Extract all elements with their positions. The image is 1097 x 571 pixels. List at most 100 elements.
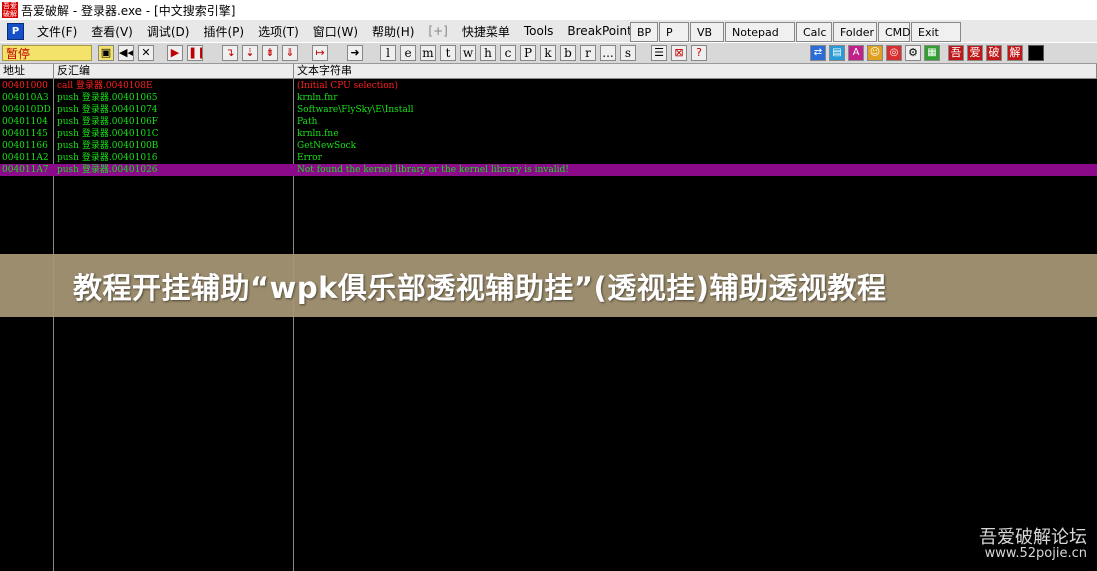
toolbar: 暂停 ▣ ◀◀ ✕ ▶ ❚❚ ↴ ⇣ ⇟ ⇓ ↦ ➜ l e m t w h c…	[0, 42, 1097, 64]
references-button[interactable]: r	[580, 45, 596, 61]
row-instruction: push 登录器.0040106F	[57, 117, 159, 127]
menu-file[interactable]: 文件(F)	[30, 23, 84, 40]
run-icon[interactable]: ▶	[167, 45, 183, 61]
row-address: 00401104	[2, 117, 48, 127]
pause-status: 暂停	[2, 45, 92, 61]
row-address: 004010A3	[2, 93, 49, 103]
table-row[interactable]: 004010A3 push 登录器.00401065 krnln.fnr	[0, 92, 1097, 104]
row-text: krnln.fne	[297, 129, 339, 139]
patches-button[interactable]: P	[520, 45, 536, 61]
row-instruction: push 登录器.00401065	[57, 93, 158, 103]
table-row[interactable]: 00401000 call 登录器.0040108E (Initial CPU …	[0, 80, 1097, 92]
row-text: GetNewSock	[297, 141, 357, 151]
row-address: 004011A2	[2, 153, 49, 163]
pause-icon[interactable]: ❚❚	[187, 45, 203, 61]
calc-button[interactable]: Calc	[796, 22, 832, 42]
table-row[interactable]: 004011A2 push 登录器.00401016 Error	[0, 152, 1097, 164]
step-into-icon[interactable]: ↴	[222, 45, 238, 61]
handles-button[interactable]: h	[480, 45, 496, 61]
executables-button[interactable]: e	[400, 45, 416, 61]
row-instruction: push 登录器.0040101C	[57, 129, 159, 139]
column-header-address[interactable]: 地址	[0, 64, 54, 79]
memory-map-button[interactable]: m	[420, 45, 436, 61]
row-address: 00401166	[2, 141, 48, 151]
p-button[interactable]: P	[659, 22, 689, 42]
arrange-icon[interactable]: ▤	[829, 45, 845, 61]
menu-debug[interactable]: 调试(D)	[140, 23, 197, 40]
watermark-url: www.52pojie.cn	[984, 546, 1087, 561]
bp-button[interactable]: BP	[630, 22, 658, 42]
settings-icon[interactable]: ⚙	[905, 45, 921, 61]
row-instruction: push 登录器.00401074	[57, 105, 158, 115]
column-header-text[interactable]: 文本字符串	[294, 64, 1097, 79]
log-window-button[interactable]: l	[380, 45, 396, 61]
row-text: Not found the kernel library or the kern…	[297, 165, 569, 175]
cmd-button[interactable]: CMD	[878, 22, 911, 42]
title-bar: 吾爱破解 吾爱破解 - 登录器.exe - [中文搜索引擎]	[0, 0, 1097, 20]
menu-plus[interactable]: [+]	[421, 24, 454, 38]
row-instruction: push 登录器.00401016	[57, 153, 158, 163]
trace-over-icon[interactable]: ⇓	[282, 45, 298, 61]
menu-help[interactable]: 帮助(H)	[365, 23, 421, 40]
window-title: 吾爱破解 - 登录器.exe - [中文搜索引擎]	[21, 3, 236, 18]
row-text: krnln.fnr	[297, 93, 338, 103]
target-icon[interactable]: ◎	[886, 45, 902, 61]
row-address: 00401145	[2, 129, 48, 139]
menu-view[interactable]: 查看(V)	[84, 23, 140, 40]
exit-button[interactable]: Exit	[911, 22, 961, 42]
open-icon[interactable]: ▣	[98, 45, 114, 61]
table-row-selected[interactable]: 004011A7 push 登录器.00401026 Not found the…	[0, 164, 1097, 176]
run-trace-button[interactable]: ...	[600, 45, 616, 61]
brand-wu-button[interactable]: 吾	[948, 45, 964, 61]
table-row[interactable]: 00401145 push 登录器.0040101C krnln.fne	[0, 128, 1097, 140]
refresh-icon[interactable]: ⇄	[810, 45, 826, 61]
row-address: 00401000	[2, 81, 48, 91]
folder-button[interactable]: Folder	[833, 22, 877, 42]
plugin-p-icon[interactable]: P	[7, 22, 24, 40]
row-instruction: push 登录器.00401026	[57, 165, 158, 175]
row-text: Path	[297, 117, 318, 127]
quick-buttons: BP P VB Notepad Calc Folder CMD Exit	[630, 22, 962, 44]
execute-till-return-icon[interactable]: ↦	[312, 45, 328, 61]
banner-text: 教程开挂辅助“wpk俱乐部透视辅助挂”(透视挂)辅助透视教程	[73, 270, 887, 305]
brand-po-button[interactable]: 破	[986, 45, 1002, 61]
source-button[interactable]: s	[620, 45, 636, 61]
grid-icon[interactable]: ▦	[924, 45, 940, 61]
notepad-button[interactable]: Notepad	[725, 22, 795, 42]
step-over-icon[interactable]: ⇣	[242, 45, 258, 61]
face-icon[interactable]: ☺	[867, 45, 883, 61]
table-row[interactable]: 00401166 push 登录器.0040100B GetNewSock	[0, 140, 1097, 152]
trace-into-icon[interactable]: ⇟	[262, 45, 278, 61]
call-stack-button[interactable]: k	[540, 45, 556, 61]
black-box-icon[interactable]	[1028, 45, 1044, 61]
row-instruction: push 登录器.0040100B	[57, 141, 159, 151]
breakpoints-button[interactable]: b	[560, 45, 576, 61]
hotkey-icon[interactable]: ⊠	[671, 45, 687, 61]
row-text: (Initial CPU selection)	[297, 81, 398, 91]
table-row[interactable]: 00401104 push 登录器.0040106F Path	[0, 116, 1097, 128]
row-text: Error	[297, 153, 322, 163]
column-header-disasm[interactable]: 反汇编	[54, 64, 294, 79]
row-address: 004010DD	[2, 105, 51, 115]
close-icon[interactable]: ✕	[138, 45, 154, 61]
menu-shortcuts[interactable]: 快捷菜单	[455, 23, 517, 40]
menu-options[interactable]: 选项(T)	[251, 23, 306, 40]
table-row[interactable]: 004010DD push 登录器.00401074 Software\FlyS…	[0, 104, 1097, 116]
windows-button[interactable]: w	[460, 45, 476, 61]
brand-jie-button[interactable]: 解	[1007, 45, 1023, 61]
list-icon[interactable]: ☰	[651, 45, 667, 61]
help-button[interactable]: ?	[691, 45, 707, 61]
row-instruction: call 登录器.0040108E	[57, 81, 153, 91]
app-logo-icon: 吾爱破解	[2, 2, 18, 18]
brand-ai-button[interactable]: 爱	[967, 45, 983, 61]
rewind-icon[interactable]: ◀◀	[118, 45, 134, 61]
threads-button[interactable]: t	[440, 45, 456, 61]
vb-button[interactable]: VB	[690, 22, 724, 42]
a-icon[interactable]: A	[848, 45, 864, 61]
cpu-button[interactable]: c	[500, 45, 516, 61]
menu-window[interactable]: 窗口(W)	[306, 23, 365, 40]
goto-icon[interactable]: ➜	[347, 45, 363, 61]
menu-tools[interactable]: Tools	[517, 24, 561, 38]
row-address: 004011A7	[2, 165, 49, 175]
menu-plugins[interactable]: 插件(P)	[196, 23, 251, 40]
